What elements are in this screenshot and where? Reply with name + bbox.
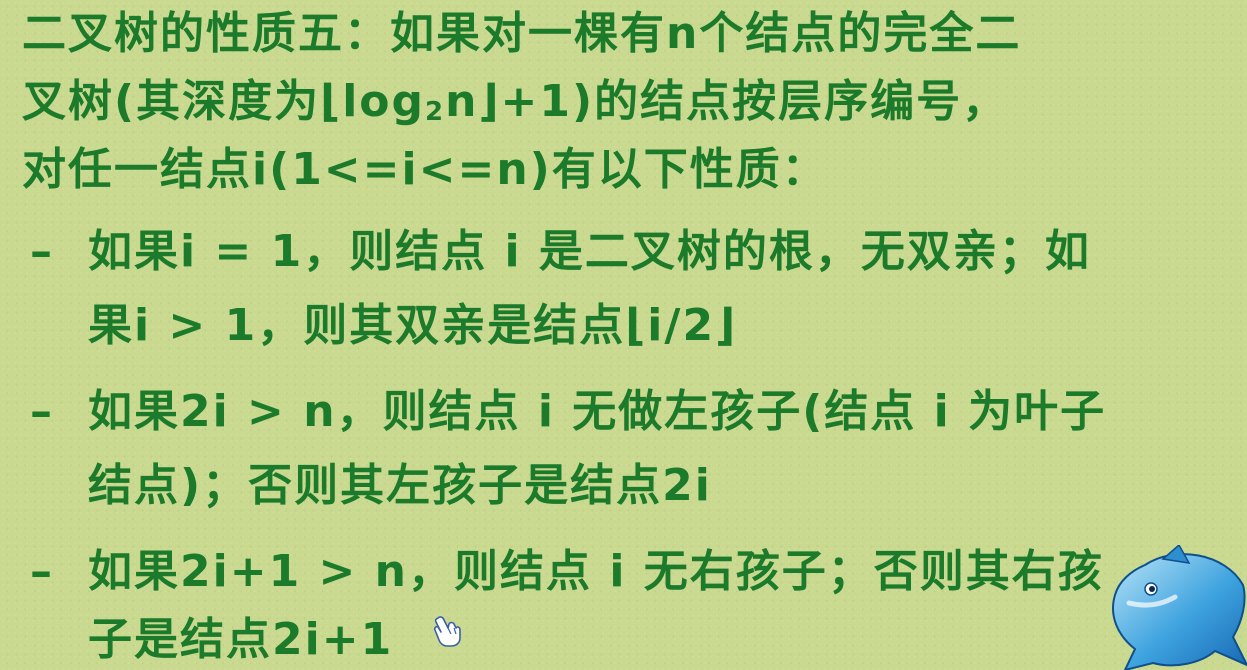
- bullet-marker-1: –: [30, 226, 52, 277]
- bullet-3-line-2: 子是结点2i+1: [88, 614, 394, 665]
- bullet-1-line-1: 如果i = 1，则结点 i 是二叉树的根，无双亲；如: [88, 226, 1091, 277]
- bullet-2-line-2: 结点)；否则其左孩子是结点2i: [88, 460, 712, 511]
- bullet-3-line-1: 如果2i+1 > n，则结点 i 无右孩子；否则其右孩: [88, 546, 1104, 597]
- intro-line-2: 叉树(其深度为⌊log2n⌋+1)的结点按层序编号，: [22, 76, 1008, 138]
- bullet-1-line-2: 果i > 1，则其双亲是结点⌊i/2⌋: [88, 300, 738, 351]
- slide: 二叉树的性质五：如果对一棵有n个结点的完全二 叉树(其深度为⌊log2n⌋+1)…: [0, 0, 1247, 670]
- intro-line-2-before: 叉树(其深度为⌊log: [22, 76, 426, 127]
- log-subscript: 2: [425, 97, 446, 127]
- bullet-2-line-1: 如果2i > n，则结点 i 无做左孩子(结点 i 为叶子: [88, 386, 1107, 437]
- bullet-marker-3: –: [30, 546, 52, 597]
- intro-line-2-after: n⌋+1)的结点按层序编号，: [445, 76, 1009, 127]
- intro-line-3: 对任一结点i(1<=i<=n)有以下性质：: [22, 144, 828, 195]
- intro-line-1: 二叉树的性质五：如果对一棵有n个结点的完全二: [22, 8, 1022, 59]
- hand-cursor-icon: [433, 616, 461, 647]
- dolphin-icon: [1112, 545, 1247, 670]
- bullet-marker-2: –: [30, 386, 52, 437]
